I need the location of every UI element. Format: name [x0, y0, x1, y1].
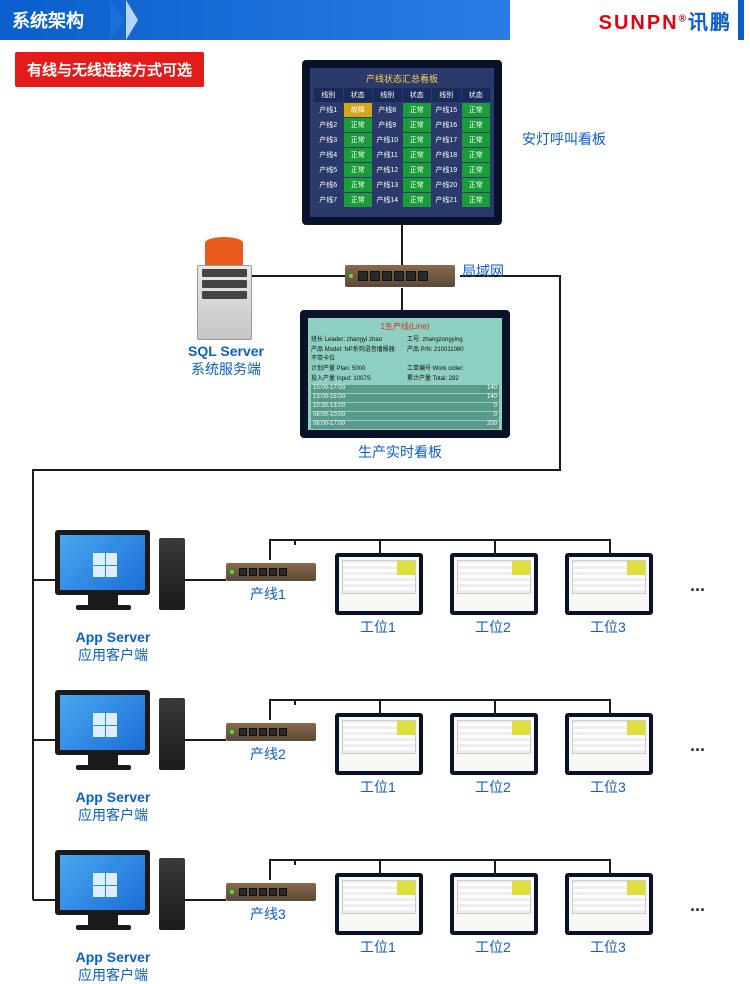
workstation-label-1-3: 工位3 — [590, 618, 626, 636]
line-switch-2 — [226, 723, 316, 741]
page-title: 系统架构 — [12, 7, 84, 33]
workstation-1-2 — [450, 553, 538, 615]
sql-server — [190, 255, 260, 340]
line-switch-label-3: 产线3 — [250, 905, 286, 923]
prod-board-label: 生产实时看板 — [358, 443, 442, 461]
workstation-2-3 — [565, 713, 653, 775]
diagram-canvas: 有线与无线连接方式可选 产线状 — [0, 40, 750, 950]
workstation-label-3-1: 工位1 — [360, 938, 396, 956]
line-switch-3 — [226, 883, 316, 901]
workstation-3-3 — [565, 873, 653, 935]
brand-stripe: SUNPN®讯鹏 — [510, 0, 750, 40]
status-board-label: 安灯呼叫看板 — [522, 130, 606, 148]
client-pc-1 — [55, 530, 185, 625]
production-board-monitor: 1生产线(Line) 班长 Leader: zhangyi zhao工号: zh… — [300, 310, 510, 438]
workstation-label-3-2: 工位2 — [475, 938, 511, 956]
line-switch-label-2: 产线2 — [250, 745, 286, 763]
workstation-3-2 — [450, 873, 538, 935]
ellipsis-1: ... — [690, 575, 705, 596]
workstation-1-1 — [335, 553, 423, 615]
workstation-label-2-3: 工位3 — [590, 778, 626, 796]
workstation-2-2 — [450, 713, 538, 775]
workstation-label-1-1: 工位1 — [360, 618, 396, 636]
status-board-monitor: 产线状态汇总看板 线别状态线别状态线别状态产线1故障产线8正常产线15正常产线2… — [302, 60, 502, 225]
client-pc-2 — [55, 690, 185, 785]
ellipsis-2: ... — [690, 735, 705, 756]
workstation-2-1 — [335, 713, 423, 775]
lan-label: 局域网 — [462, 262, 504, 280]
workstation-1-3 — [565, 553, 653, 615]
ellipsis-3: ... — [690, 895, 705, 916]
prod-board-title: 1生产线(Line) — [311, 321, 499, 332]
workstation-label-3-3: 工位3 — [590, 938, 626, 956]
line-switch-label-1: 产线1 — [250, 585, 286, 603]
status-grid: 线别状态线别状态线别状态产线1故障产线8正常产线15正常产线2正常产线9正常产线… — [314, 88, 490, 207]
header-bar: 系统架构 SUNPN®讯鹏 — [0, 0, 750, 40]
status-board-title: 产线状态汇总看板 — [314, 72, 490, 85]
server-label: SQL Server系统服务端 — [171, 342, 281, 378]
line-switch-1 — [226, 563, 316, 581]
workstation-label-1-2: 工位2 — [475, 618, 511, 636]
client-label-3: App Server应用客户端 — [58, 948, 168, 984]
workstation-label-2-1: 工位1 — [360, 778, 396, 796]
workstation-3-1 — [335, 873, 423, 935]
client-pc-3 — [55, 850, 185, 945]
brand-logo: SUNPN®讯鹏 — [599, 6, 732, 35]
connection-badge: 有线与无线连接方式可选 — [15, 52, 204, 87]
workstation-label-2-2: 工位2 — [475, 778, 511, 796]
client-label-1: App Server应用客户端 — [58, 628, 168, 664]
client-label-2: App Server应用客户端 — [58, 788, 168, 824]
lan-switch — [345, 265, 455, 287]
